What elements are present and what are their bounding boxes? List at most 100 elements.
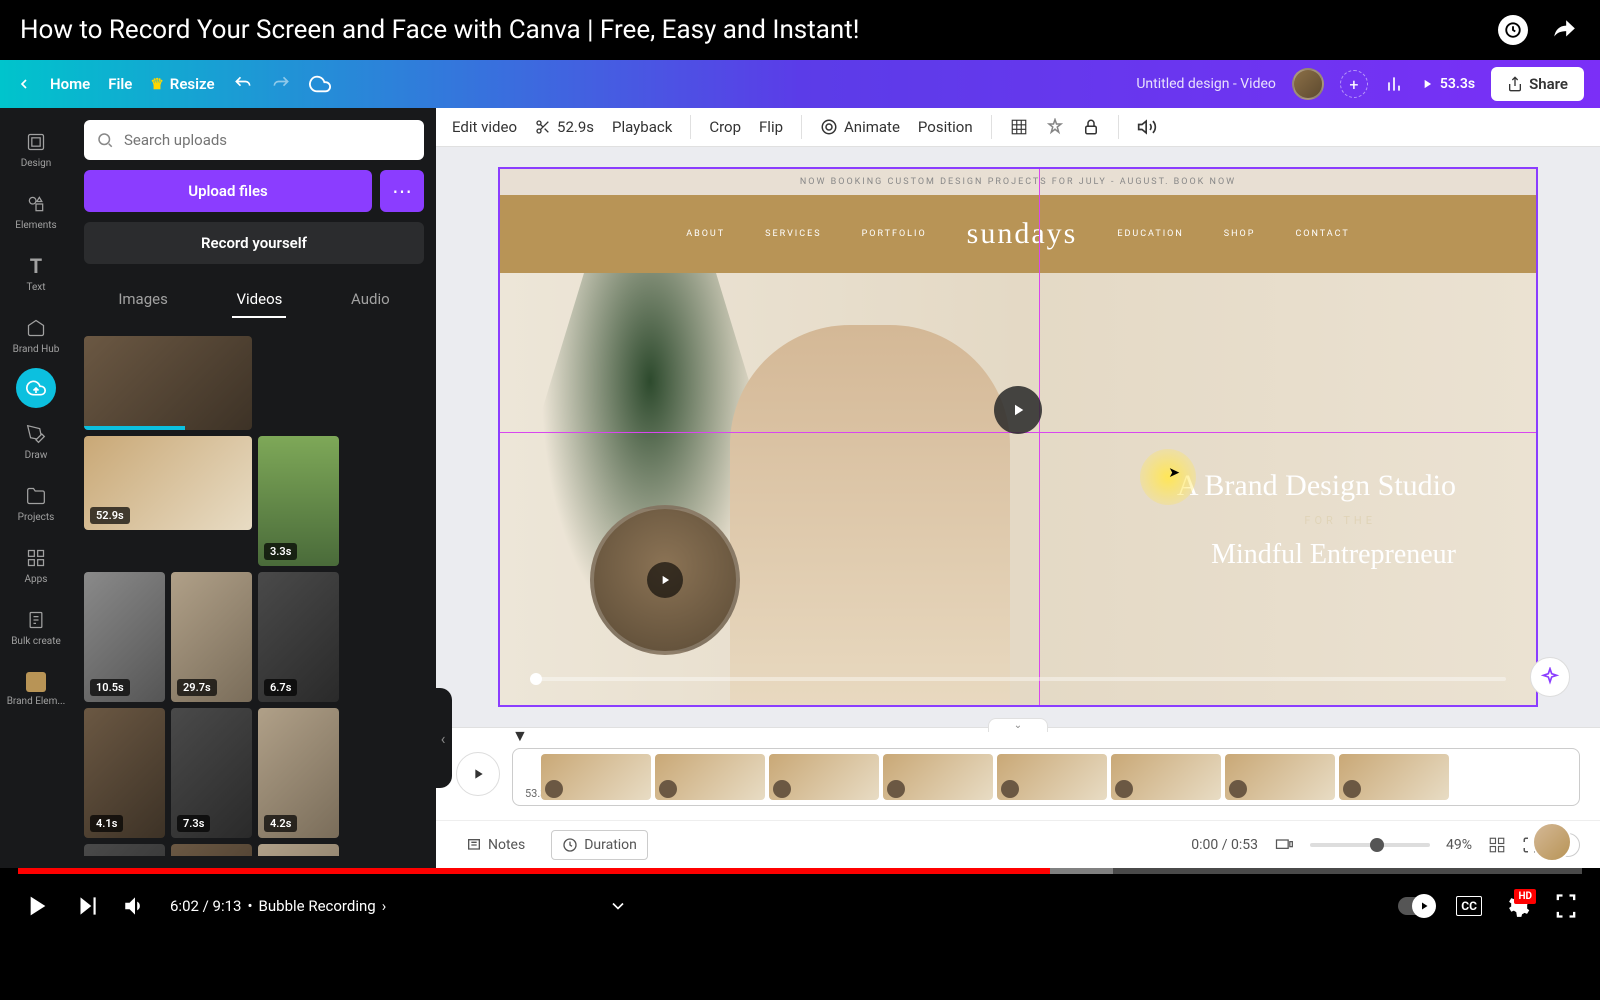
draw-tab[interactable]: Draw — [4, 412, 68, 470]
text-tab[interactable]: T Text — [4, 244, 68, 302]
back-button[interactable] — [16, 76, 32, 92]
face-bubble-overlay[interactable] — [590, 505, 740, 655]
upload-thumbnail[interactable]: 3.3s — [258, 436, 339, 566]
search-input[interactable] — [124, 131, 412, 149]
search-uploads[interactable] — [84, 120, 424, 160]
youtube-progress-bar[interactable] — [18, 868, 1582, 874]
upload-thumbnail[interactable]: 4.0s — [171, 844, 252, 856]
apps-tab[interactable]: Apps — [4, 536, 68, 594]
timeline-time: 0:00 / 0:53 — [1191, 837, 1258, 853]
transparency-button[interactable] — [1010, 118, 1028, 136]
timeline-collapse[interactable]: ⌄ — [988, 718, 1048, 732]
bottom-controls: Notes Duration 0:00 / 0:53 49% ? — [436, 820, 1600, 868]
upload-thumbnail[interactable]: 4.2s — [258, 708, 339, 838]
lock-button[interactable] — [1082, 118, 1100, 136]
timeline-play-button[interactable] — [456, 752, 500, 796]
upload-thumbnail[interactable]: 17.0s — [84, 844, 165, 856]
hero-line-1: A Brand Design Studio — [1177, 469, 1456, 503]
images-tab[interactable]: Images — [114, 282, 172, 318]
volume-button[interactable] — [1137, 117, 1157, 137]
video-scrubber[interactable] — [530, 677, 1506, 681]
upload-more-button[interactable]: ⋯ — [380, 170, 424, 212]
playback-button[interactable]: Playback — [612, 118, 672, 136]
copy-style-button[interactable] — [1046, 118, 1064, 136]
site-header: ABOUT SERVICES PORTFOLIO sundays EDUCATI… — [500, 195, 1536, 273]
document-name[interactable]: Untitled design - Video — [1136, 76, 1276, 92]
projects-tab[interactable]: Projects — [4, 474, 68, 532]
playhead-marker[interactable]: ▼ — [512, 726, 528, 746]
upload-thumbnail[interactable]: 5.5s — [258, 844, 339, 856]
upload-files-button[interactable]: Upload files — [84, 170, 372, 212]
upload-thumbnail[interactable] — [84, 336, 252, 430]
youtube-controls: 6:02 / 9:13 • Bubble Recording › CC HD — [0, 874, 1600, 938]
hero-person — [730, 325, 1010, 705]
undo-button[interactable] — [233, 74, 253, 94]
notes-button[interactable]: Notes — [456, 831, 535, 859]
bulk-create-tab[interactable]: Bulk create — [4, 598, 68, 656]
preview-button[interactable]: 53.3s — [1420, 76, 1475, 92]
position-button[interactable]: Position — [918, 118, 973, 136]
design-tab[interactable]: Design — [4, 120, 68, 178]
brand-hub-tab[interactable]: Brand Hub — [4, 306, 68, 364]
yt-theater-button[interactable] — [1552, 892, 1580, 920]
site-logo: sundays — [967, 217, 1078, 251]
yt-chapter-chevron[interactable] — [608, 896, 628, 916]
page-view-button[interactable] — [1274, 835, 1294, 855]
share-button[interactable]: Share — [1491, 67, 1584, 101]
upload-thumbnail[interactable]: 4.1s — [84, 708, 165, 838]
timeline-track[interactable]: 53.3s — [512, 748, 1580, 806]
zoom-percent[interactable]: 49% — [1446, 837, 1472, 853]
uploads-tab[interactable] — [16, 368, 56, 408]
yt-cc-button[interactable]: CC — [1456, 896, 1482, 916]
yt-next-button[interactable] — [74, 893, 100, 919]
zoom-slider[interactable] — [1310, 843, 1430, 847]
thumbnail-duration: 3.3s — [264, 543, 297, 560]
thumbnail-duration: 29.7s — [177, 679, 217, 696]
bubble-play-icon — [647, 562, 683, 598]
cloud-sync-icon[interactable] — [309, 73, 331, 95]
canva-topbar: Home File ♛ Resize Untitled design - Vid… — [0, 60, 1600, 108]
record-yourself-button[interactable]: Record yourself — [84, 222, 424, 264]
file-button[interactable]: File — [108, 75, 132, 93]
audio-tab[interactable]: Audio — [347, 282, 394, 318]
trim-button[interactable]: 52.9s — [535, 118, 594, 136]
yt-autoplay-toggle[interactable] — [1398, 897, 1434, 915]
resize-button[interactable]: ♛ Resize — [150, 75, 214, 93]
thumbnail-duration: 52.9s — [90, 507, 130, 524]
search-icon — [96, 131, 114, 149]
home-button[interactable]: Home — [50, 75, 90, 93]
flip-button[interactable]: Flip — [759, 118, 783, 136]
redo-button[interactable] — [271, 74, 291, 94]
add-member-button[interactable]: + — [1340, 70, 1368, 98]
center-play-button[interactable] — [994, 386, 1042, 434]
thumbnail-duration: 4.1s — [90, 815, 123, 832]
upload-thumbnail[interactable]: 52.9s — [84, 436, 252, 530]
canvas-stage[interactable]: NOW BOOKING CUSTOM DESIGN PROJECTS FOR J… — [498, 167, 1538, 707]
edit-video-button[interactable]: Edit video — [452, 118, 517, 136]
yt-volume-button[interactable] — [122, 893, 148, 919]
share-icon[interactable] — [1548, 17, 1580, 43]
analytics-icon[interactable] — [1384, 74, 1404, 94]
timeline-frame — [1225, 754, 1335, 800]
watch-later-icon[interactable] — [1498, 15, 1528, 45]
upload-thumbnail[interactable]: 6.7s — [258, 572, 339, 702]
user-avatar[interactable] — [1292, 68, 1324, 100]
magic-button[interactable] — [1530, 657, 1570, 697]
animate-button[interactable]: Animate — [820, 118, 900, 136]
video-title: How to Record Your Screen and Face with … — [20, 15, 1498, 45]
grid-view-button[interactable] — [1488, 836, 1506, 854]
yt-settings-button[interactable]: HD — [1504, 893, 1530, 919]
brand-elements-tab[interactable]: Brand Elem... — [4, 660, 68, 718]
videos-tab[interactable]: Videos — [232, 282, 286, 318]
yt-play-button[interactable] — [20, 890, 52, 922]
elements-tab[interactable]: Elements — [4, 182, 68, 240]
duration-button[interactable]: Duration — [551, 830, 648, 860]
timeline-frame — [997, 754, 1107, 800]
context-toolbar: Edit video 52.9s Playback Crop Flip Anim… — [436, 108, 1600, 147]
upload-thumbnail[interactable]: 29.7s — [171, 572, 252, 702]
upload-thumbnail[interactable]: 7.3s — [171, 708, 252, 838]
timeline-frame — [655, 754, 765, 800]
crop-button[interactable]: Crop — [709, 118, 741, 136]
collapse-panel-handle[interactable]: ‹ — [434, 688, 452, 788]
upload-thumbnail[interactable]: 10.5s — [84, 572, 165, 702]
